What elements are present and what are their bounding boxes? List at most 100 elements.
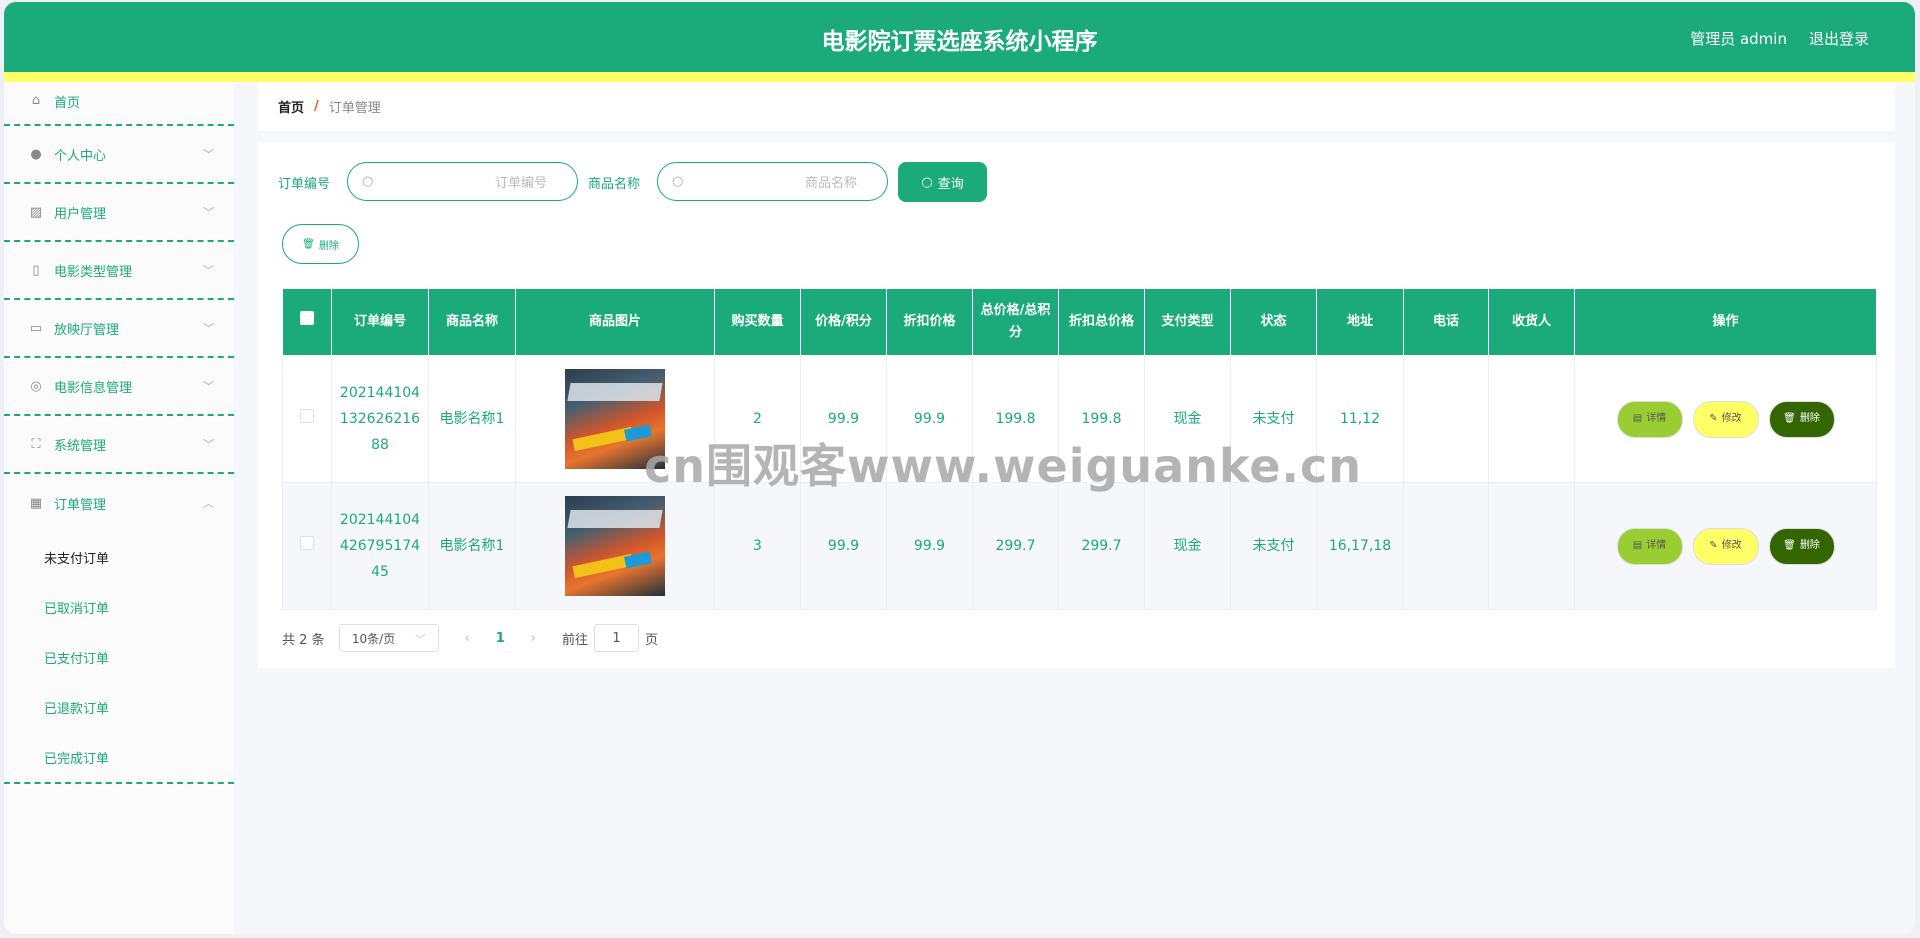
cell-total: 199.8: [973, 356, 1059, 483]
cell-order-no: 20214410442679517445: [332, 483, 429, 610]
microphone-icon: ▯: [28, 262, 44, 278]
search-icon: ○: [362, 174, 373, 189]
query-button[interactable]: ○查询: [898, 162, 987, 202]
col-header: 商品名称: [429, 289, 516, 356]
chart-icon: ▨: [28, 204, 44, 220]
batch-delete-button[interactable]: 🗑删除: [282, 224, 359, 264]
home-icon: ⌂: [28, 92, 44, 108]
cell-pay-type: 现金: [1145, 483, 1231, 610]
delete-button[interactable]: 🗑删除: [1769, 401, 1835, 438]
chevron-down-icon: ﹀: [203, 146, 214, 162]
cell-phone: [1404, 356, 1489, 483]
product-name-label: 商品名称: [588, 173, 640, 192]
sidebar-item-users[interactable]: ▨ 用户管理 ﹀: [4, 184, 234, 242]
sidebar-item-label: 电影信息管理: [54, 377, 132, 396]
cell-status: 未支付: [1231, 356, 1317, 483]
admin-user-label[interactable]: 管理员 admin: [1690, 28, 1787, 49]
pagination: 共 2 条 10条/页﹀ ‹ 1 › 前往 1 页: [282, 624, 658, 652]
edit-button[interactable]: ✎修改: [1693, 528, 1759, 565]
col-header: 折扣总价格: [1059, 289, 1145, 356]
sidebar-item-halls[interactable]: ▭放映厅管理﹀: [4, 300, 234, 358]
cell-name: 电影名称1: [429, 356, 516, 483]
cell-total: 299.7: [973, 483, 1059, 610]
cell-pay-type: 现金: [1145, 356, 1231, 483]
cell-address: 16,17,18: [1317, 483, 1404, 610]
goto-label: 前往: [562, 629, 588, 648]
col-header: 商品图片: [516, 289, 715, 356]
chevron-down-icon: ﹀: [203, 204, 214, 220]
sidebar-sub-unpaid[interactable]: 未支付订单: [4, 532, 234, 582]
logout-link[interactable]: 退出登录: [1809, 28, 1869, 49]
document-icon: ▤: [1633, 406, 1642, 432]
goto-suffix: 页: [645, 629, 658, 648]
edit-button[interactable]: ✎修改: [1693, 401, 1759, 438]
trash-icon: 🗑: [302, 239, 315, 250]
sidebar-item-profile[interactable]: ● 个人中心 ﹀: [4, 126, 234, 184]
row-checkbox[interactable]: [300, 409, 314, 423]
sidebar-item-label: 首页: [54, 92, 80, 111]
next-page-button[interactable]: ›: [531, 631, 536, 646]
sidebar-item-home[interactable]: ⌂ 首页: [4, 82, 234, 126]
sidebar-item-movie-types[interactable]: ▯电影类型管理﹀: [4, 242, 234, 300]
cell-phone: [1404, 483, 1489, 610]
chevron-down-icon: ﹀: [203, 436, 214, 452]
sidebar-sub-refunded[interactable]: 已退款订单: [4, 682, 234, 732]
col-header: 电话: [1404, 289, 1489, 356]
app-frame: 电影院订票选座系统小程序 管理员 admin 退出登录 ⌂ 首页 ● 个人中心 ﹀ ▨…: [4, 2, 1915, 934]
chevron-down-icon: ﹀: [203, 378, 214, 394]
sidebar: ⌂首页 ●个人中心﹀ ▨用户管理﹀ ▯电影类型管理﹀ ▭放映厅管理﹀ ◎电影信息…: [4, 82, 234, 934]
col-header: 收货人: [1489, 289, 1575, 356]
cell-order-no: 20214410413262621688: [332, 356, 429, 483]
user-icon: ●: [28, 146, 44, 162]
table-row: 20214410442679517445 电影名称1 3 99.9 99.9 2…: [283, 483, 1877, 610]
row-checkbox[interactable]: [300, 536, 314, 550]
delete-button[interactable]: 🗑删除: [1769, 528, 1835, 565]
table-header-row: 订单编号 商品名称 商品图片 购买数量 价格/积分 折扣价格 总价格/总积分 折…: [283, 289, 1877, 356]
trash-icon: 🗑: [1783, 406, 1796, 432]
document-icon: ▤: [1633, 533, 1642, 559]
sidebar-item-label: 放映厅管理: [54, 319, 119, 338]
cell-discount: 99.9: [887, 356, 973, 483]
cell-receiver: [1489, 356, 1575, 483]
orders-table: 订单编号 商品名称 商品图片 购买数量 价格/积分 折扣价格 总价格/总积分 折…: [282, 288, 1877, 610]
product-name-input[interactable]: ○商品名称: [657, 162, 888, 201]
cell-qty: 2: [715, 356, 801, 483]
cell-status: 未支付: [1231, 483, 1317, 610]
select-all-checkbox[interactable]: [300, 311, 314, 325]
sidebar-sub-cancelled[interactable]: 已取消订单: [4, 582, 234, 632]
movie-poster-image: [565, 369, 665, 469]
page-number[interactable]: 1: [496, 631, 505, 646]
detail-button[interactable]: ▤详情: [1617, 401, 1683, 438]
col-header: 订单编号: [332, 289, 429, 356]
cell-receiver: [1489, 483, 1575, 610]
content-card: 订单编号 ○订单编号 商品名称 ○商品名称 ○查询 🗑删除 订单编号 商品名称 …: [258, 142, 1895, 668]
top-header: 电影院订票选座系统小程序 管理员 admin 退出登录: [4, 2, 1915, 72]
sidebar-item-movies[interactable]: ◎ 电影信息管理 ﹀: [4, 358, 234, 416]
chevron-down-icon: ﹀: [203, 320, 214, 336]
col-header: 总价格/总积分: [973, 289, 1059, 356]
cell-discount-total: 299.7: [1059, 483, 1145, 610]
sidebar-item-label: 电影类型管理: [54, 261, 132, 280]
goto-page-input[interactable]: 1: [594, 624, 639, 652]
col-header: 价格/积分: [801, 289, 887, 356]
app-title: 电影院订票选座系统小程序: [4, 22, 1915, 56]
cell-price: 99.9: [801, 483, 887, 610]
cell-price: 99.9: [801, 356, 887, 483]
trash-icon: 🗑: [1783, 533, 1796, 559]
detail-button[interactable]: ▤详情: [1617, 528, 1683, 565]
sidebar-item-system[interactable]: ⛶系统管理﹀: [4, 416, 234, 474]
search-icon: ○: [672, 174, 683, 189]
page-size-select[interactable]: 10条/页﹀: [339, 624, 439, 652]
cell-address: 11,12: [1317, 356, 1404, 483]
sidebar-sub-paid[interactable]: 已支付订单: [4, 632, 234, 682]
sidebar-item-label: 个人中心: [54, 145, 106, 164]
sidebar-item-orders[interactable]: ▦订单管理︿: [4, 474, 234, 532]
prev-page-button[interactable]: ‹: [465, 631, 470, 646]
fullscreen-icon: ⛶: [28, 436, 44, 452]
lifebuoy-icon: ◎: [28, 378, 44, 394]
breadcrumb-home[interactable]: 首页: [278, 97, 304, 116]
scrollbar[interactable]: [1899, 82, 1915, 934]
order-no-input[interactable]: ○订单编号: [347, 162, 578, 201]
sidebar-item-label: 用户管理: [54, 203, 106, 222]
sidebar-sub-completed[interactable]: 已完成订单: [4, 732, 234, 782]
